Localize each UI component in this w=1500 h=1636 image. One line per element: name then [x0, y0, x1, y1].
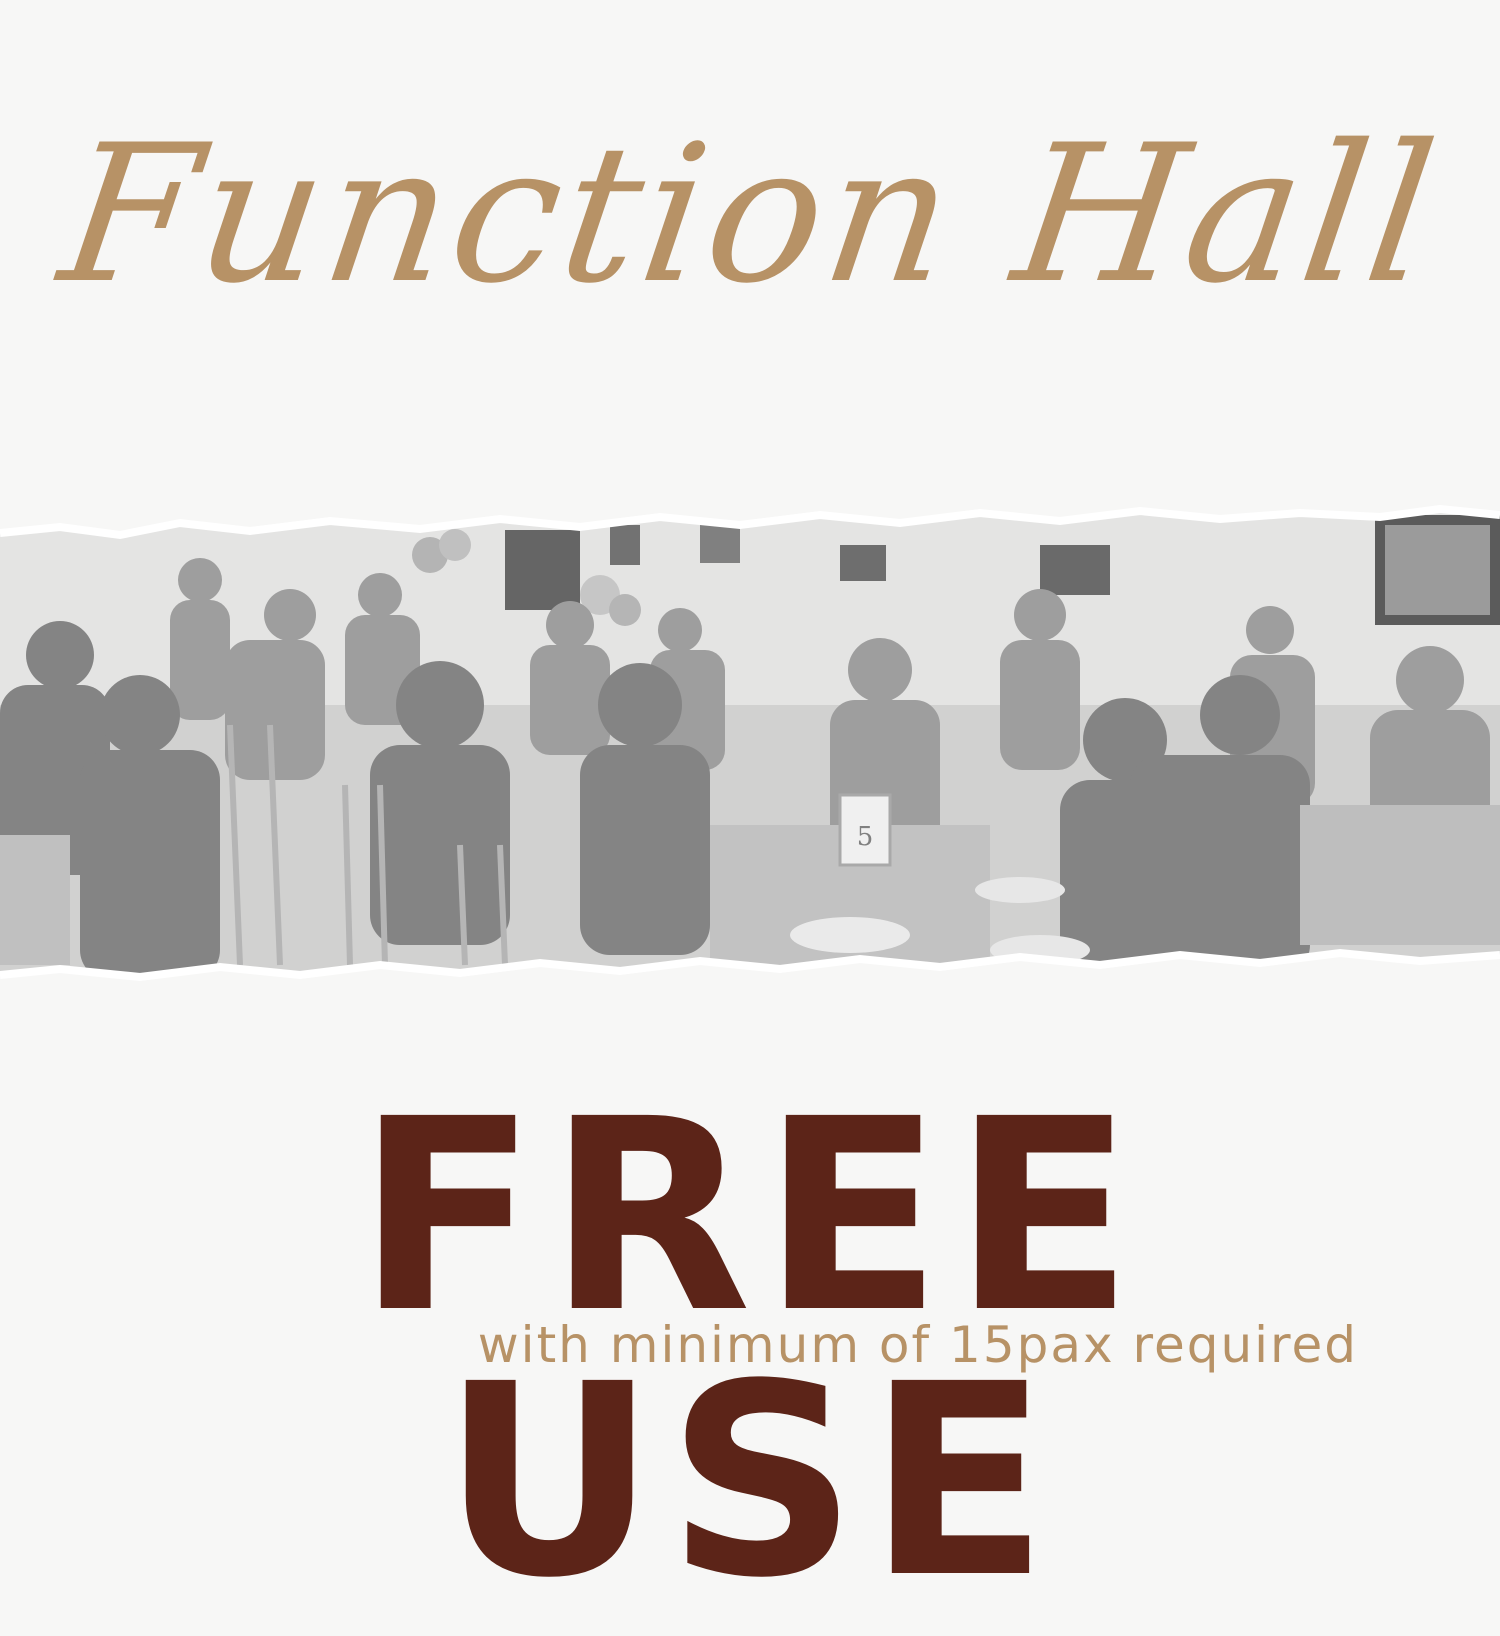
function-hall-title: Function Hall — [49, 104, 1451, 325]
minimum-pax-note: with minimum of 15pax required — [477, 1316, 1358, 1374]
dining-hall-photo: 5 — [0, 505, 1500, 982]
